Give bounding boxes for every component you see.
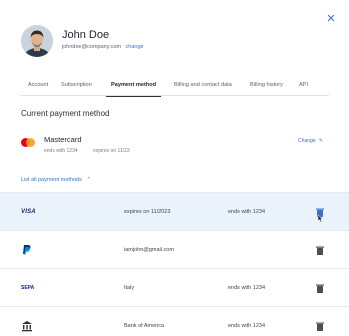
tab-billing-contact[interactable]: Billing and contact data <box>174 76 232 96</box>
card-expiry: expires on 11/23 <box>93 148 130 154</box>
tab-api[interactable]: API <box>299 76 308 96</box>
list-payment-methods-label: List all payment methods <box>21 177 82 183</box>
billing-panel: ✕ John Doe johndoe@company.com change Ac… <box>0 0 349 336</box>
cursor-icon <box>317 214 324 223</box>
method-detail: Italy <box>124 285 135 291</box>
trash-icon[interactable] <box>314 320 326 332</box>
paypal-logo <box>21 231 33 269</box>
avatar-photo <box>21 25 53 57</box>
chevron-up-icon: ⌃ <box>86 177 91 183</box>
user-email: johndoe@company.com <box>62 44 121 50</box>
change-card-button[interactable]: Change ✎ <box>298 138 323 144</box>
bank-icon <box>21 307 33 336</box>
method-detail: Bank of America <box>124 323 165 329</box>
payment-method-row[interactable]: VISA expires on 11/2023 ends with 1234 <box>0 192 349 230</box>
tab-bar: Account Subscription Payment method Bill… <box>20 76 329 97</box>
tab-payment-method[interactable]: Payment method <box>105 76 162 97</box>
change-card-label: Change <box>298 138 316 144</box>
tab-account[interactable]: Account <box>28 76 48 96</box>
payment-method-row[interactable]: Bank of America ends with 1234 <box>0 306 349 336</box>
payment-method-row[interactable]: SEPA Italy ends with 1234 <box>0 268 349 306</box>
close-icon[interactable]: ✕ <box>323 11 339 27</box>
user-email-line: johndoe@company.com change <box>62 44 144 50</box>
sepa-logo: SEPA <box>21 285 35 291</box>
card-name: Mastercard <box>44 135 82 144</box>
mastercard-logo <box>21 138 35 147</box>
method-ending: ends with 1234 <box>228 323 265 329</box>
visa-logo: VISA <box>21 209 36 215</box>
method-detail: iamjohn@gmail.com <box>124 247 174 253</box>
card-detail: ends with 1234 expires on 11/23 <box>44 148 130 154</box>
method-ending: ends with 1234 <box>228 209 265 215</box>
card-ending: ends with 1234 <box>44 148 78 154</box>
method-ending: ends with 1234 <box>228 285 265 291</box>
trash-icon[interactable] <box>314 244 326 256</box>
tab-billing-history[interactable]: Billing history <box>250 76 283 96</box>
list-payment-methods-link[interactable]: List all payment methods ⌃ <box>21 177 91 183</box>
tab-subscription[interactable]: Subscription <box>61 76 92 96</box>
method-detail: expires on 11/2023 <box>124 209 171 215</box>
user-name: John Doe <box>62 29 110 41</box>
payment-method-row[interactable]: iamjohn@gmail.com <box>0 230 349 268</box>
section-title: Current payment method <box>21 109 110 118</box>
avatar <box>21 25 53 57</box>
trash-icon[interactable] <box>314 282 326 294</box>
pencil-icon: ✎ <box>318 138 324 144</box>
change-email-link[interactable]: change <box>126 44 144 50</box>
